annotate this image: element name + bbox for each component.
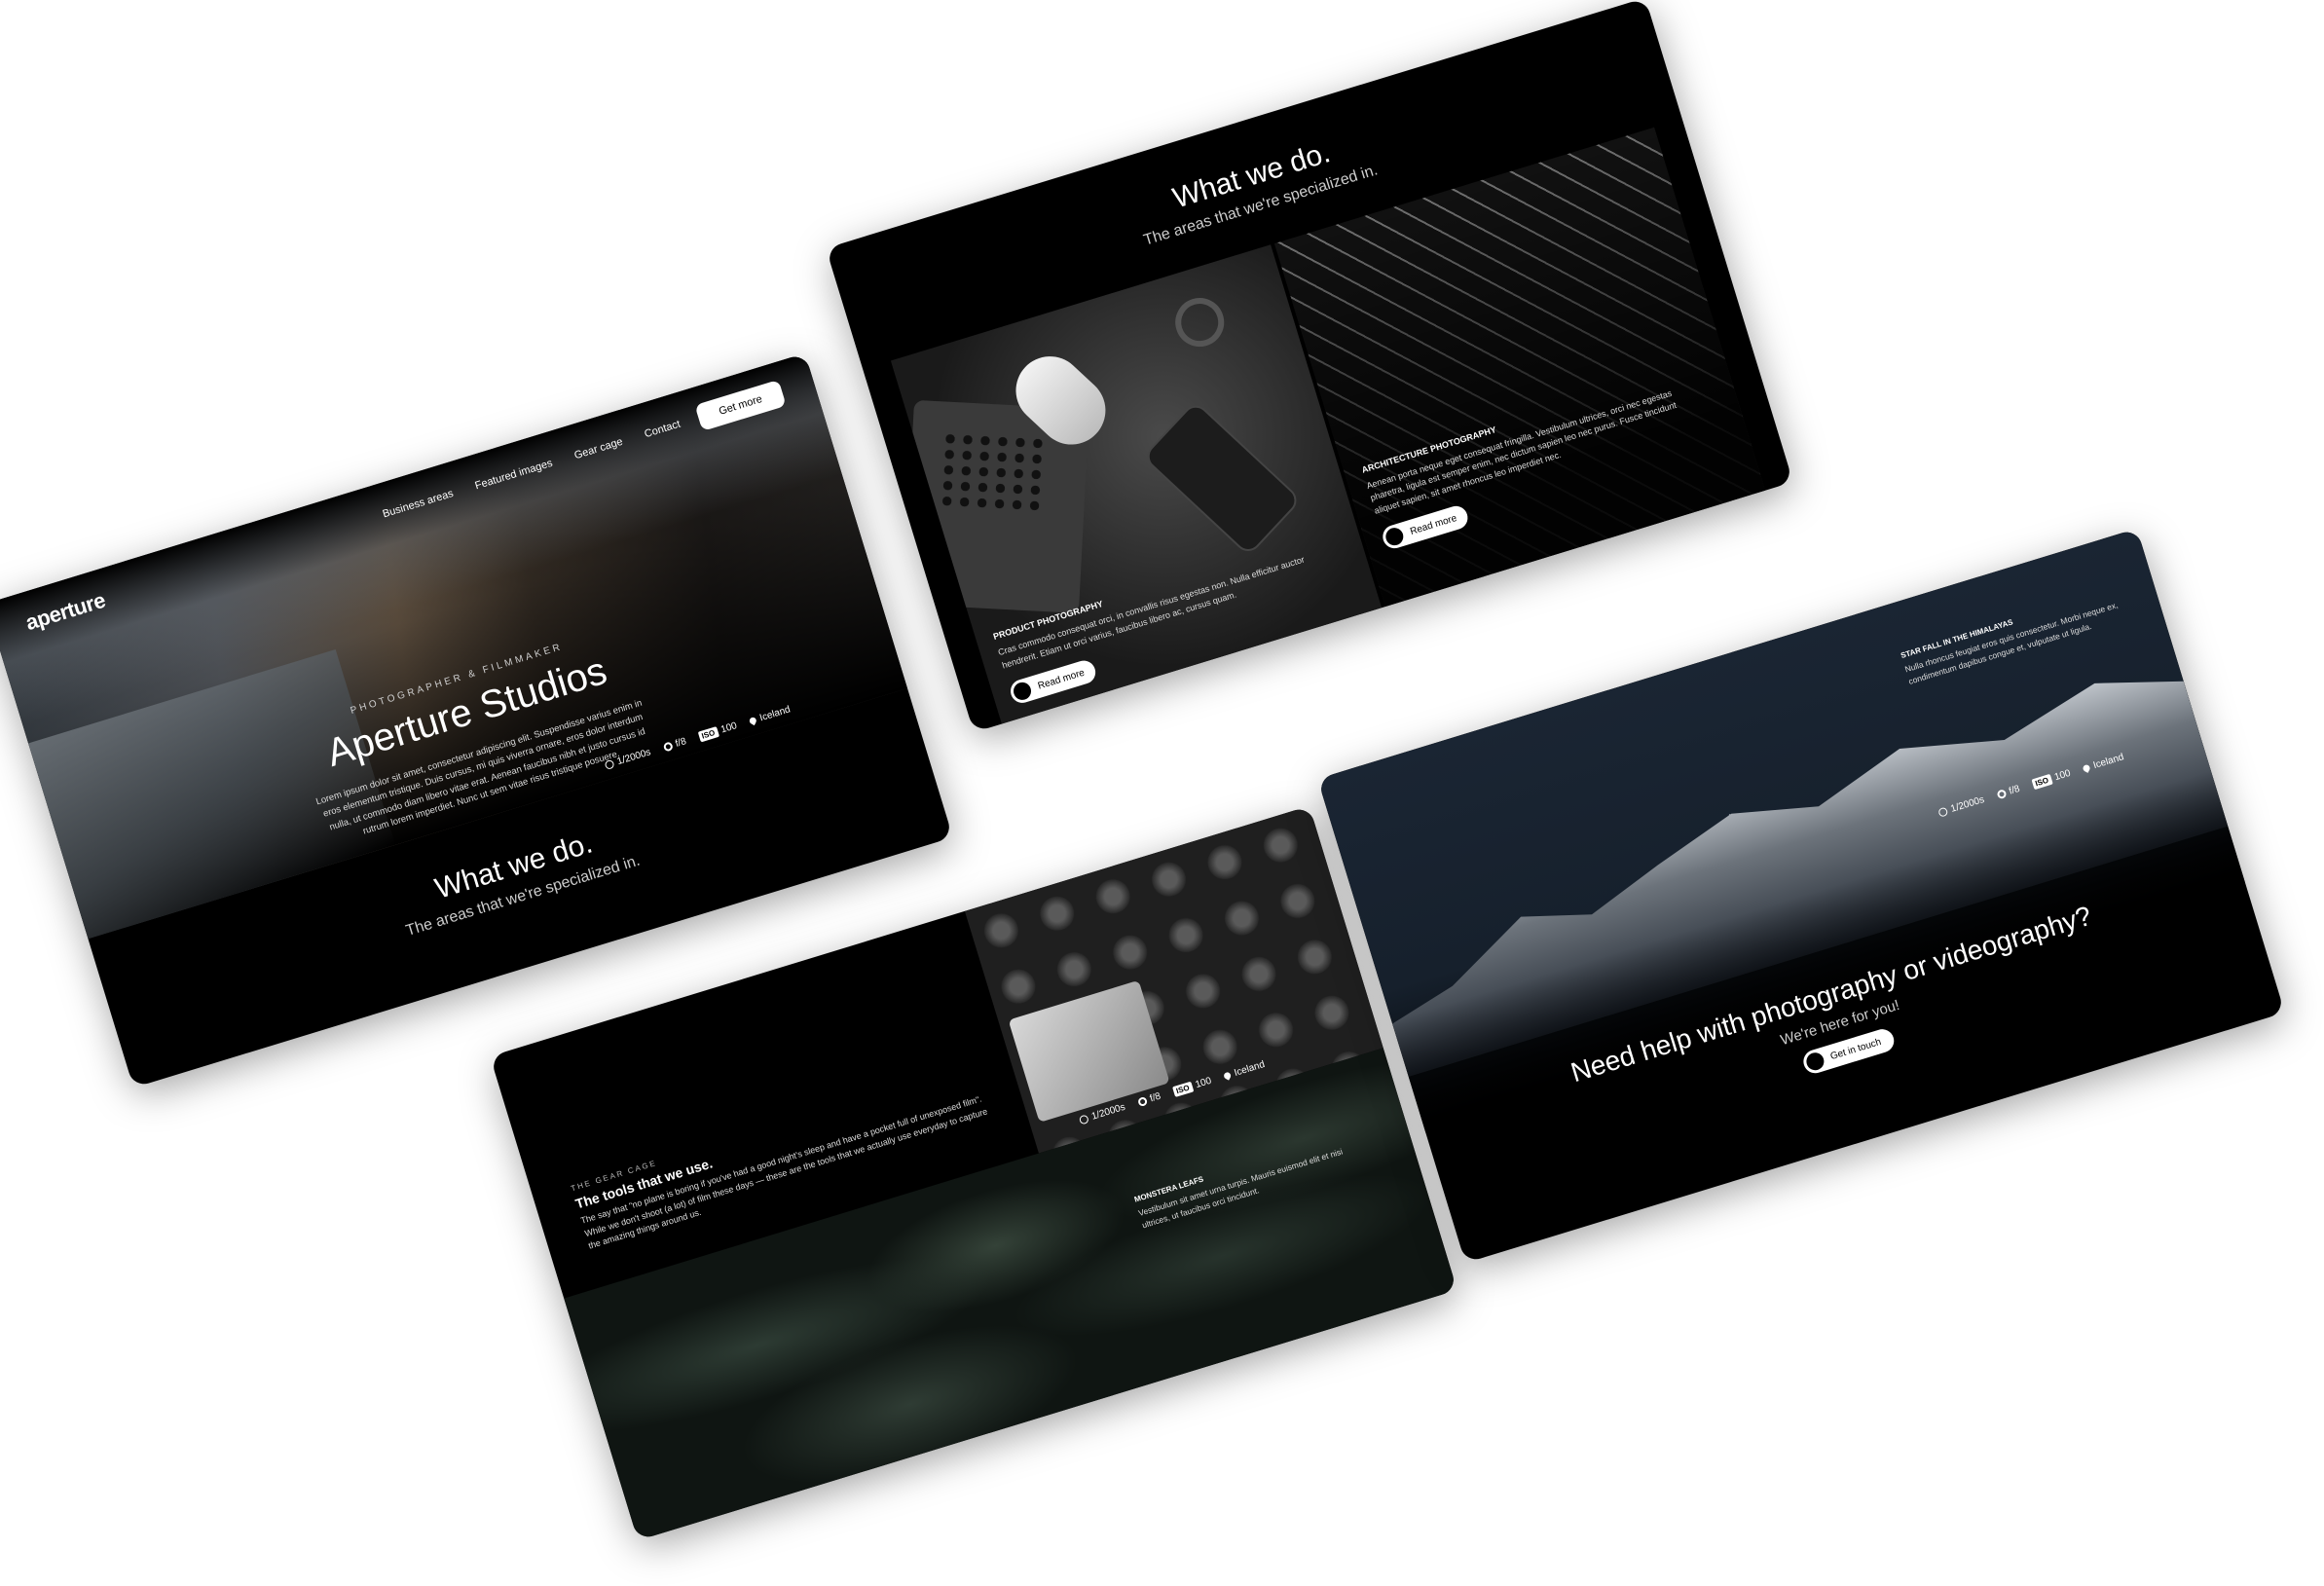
phone-image: [1141, 399, 1303, 557]
button-dot-icon: [1803, 1051, 1826, 1073]
what-we-do-card: What we do. The areas that we're special…: [826, 0, 1793, 733]
nav-featured-images[interactable]: Featured images: [474, 458, 554, 493]
hero-landscape-image: [0, 352, 908, 940]
location-pin-icon: [1223, 1071, 1233, 1081]
keyboard-image: [938, 430, 1050, 514]
logo[interactable]: aperture: [22, 588, 108, 636]
button-dot-icon: [1383, 525, 1406, 548]
watch-image: [1169, 291, 1231, 353]
nav-contact[interactable]: Contact: [644, 419, 682, 441]
shutter-icon: [604, 758, 615, 770]
shutter-icon: [1078, 1114, 1089, 1125]
button-dot-icon: [1011, 680, 1034, 703]
aperture-icon: [1996, 789, 2008, 800]
location-pin-icon: [2082, 763, 2091, 773]
contact-card: STAR FALL IN THE HIMALAYAS Nulla rhoncus…: [1317, 528, 2285, 1264]
get-more-button[interactable]: Get more: [694, 379, 787, 431]
read-more-label: Read more: [1036, 667, 1087, 692]
location-pin-icon: [748, 716, 758, 726]
nav-business-areas[interactable]: Business areas: [382, 488, 455, 520]
aperture-icon: [662, 741, 674, 753]
monstera-leaves-image: [564, 1048, 1457, 1541]
service-tiles: PRODUCT PHOTOGRAPHY Cras commodo consequ…: [890, 127, 1766, 724]
shutter-icon: [1937, 806, 1949, 818]
get-in-touch-label: Get in touch: [1828, 1036, 1883, 1062]
nav-gear-cage[interactable]: Gear cage: [572, 436, 624, 461]
aperture-icon: [1136, 1096, 1148, 1108]
